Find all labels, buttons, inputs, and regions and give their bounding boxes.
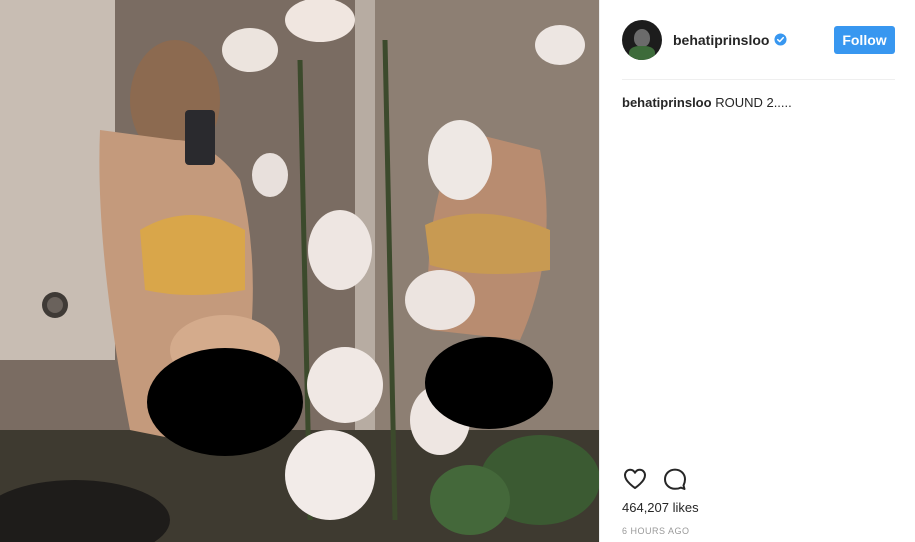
- post-sidebar: behatiprinsloo Follow behatiprinsloo ROU…: [599, 0, 915, 542]
- post-timestamp[interactable]: 6 HOURS AGO: [622, 526, 690, 536]
- username-link[interactable]: behatiprinsloo: [673, 32, 769, 48]
- caption-text: ROUND 2.....: [715, 95, 792, 110]
- follow-button[interactable]: Follow: [834, 26, 895, 54]
- comment-icon[interactable]: [662, 466, 688, 492]
- photo-illustration: [0, 0, 599, 542]
- post-photo[interactable]: [0, 0, 599, 542]
- caption-username[interactable]: behatiprinsloo: [622, 95, 712, 110]
- like-count[interactable]: 464,207 likes: [622, 500, 699, 515]
- post-actions: [622, 466, 688, 492]
- post-caption: behatiprinsloo ROUND 2.....: [622, 94, 893, 112]
- heart-icon[interactable]: [622, 466, 648, 492]
- verified-badge-icon: [774, 33, 787, 46]
- post-header: behatiprinsloo Follow: [622, 0, 895, 80]
- avatar-icon[interactable]: [622, 19, 662, 60]
